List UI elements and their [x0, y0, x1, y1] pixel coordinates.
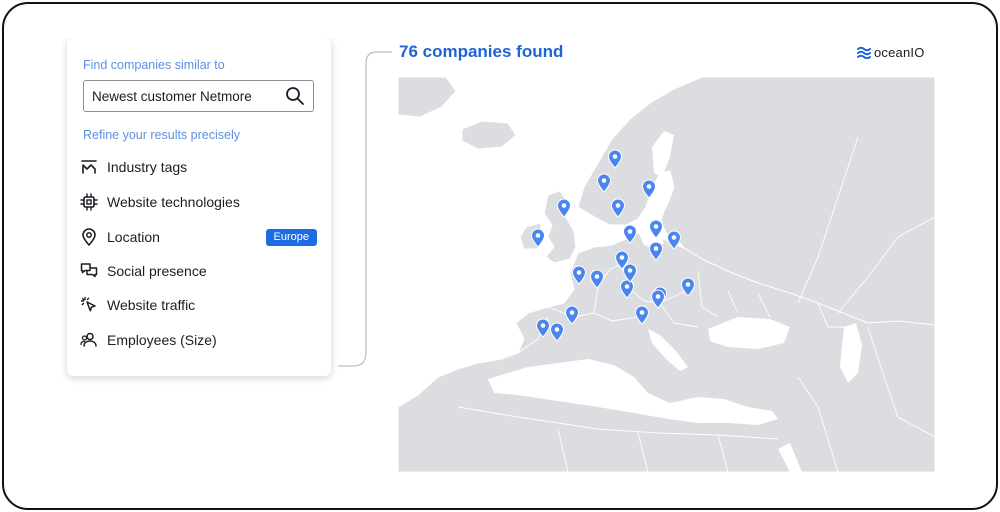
filter-label: Social presence	[107, 263, 207, 279]
filter-employees-size[interactable]: Employees (Size)	[79, 327, 319, 353]
industry-tags-icon	[81, 160, 97, 174]
ocean-io-logo: oceanIO	[857, 45, 925, 60]
refine-results-label: Refine your results precisely	[83, 128, 241, 142]
filter-label: Website traffic	[107, 297, 196, 313]
filter-label: Employees (Size)	[107, 332, 217, 348]
company-search-input[interactable]	[92, 88, 285, 104]
cursor-click-icon	[80, 296, 96, 312]
location-badge[interactable]: Europe	[265, 229, 317, 246]
chip-icon	[80, 193, 98, 211]
location-pin-icon	[82, 228, 96, 246]
map-canvas	[398, 77, 935, 472]
filter-label: Location	[107, 229, 160, 245]
wave-logo-icon	[857, 46, 871, 59]
chat-bubbles-icon	[80, 263, 98, 278]
filter-label: Industry tags	[107, 159, 188, 175]
filter-industry-tags[interactable]: Industry tags	[79, 154, 319, 180]
filter-website-traffic[interactable]: Website traffic	[79, 292, 319, 318]
find-similar-label: Find companies similar to	[83, 58, 225, 72]
users-icon	[80, 332, 97, 347]
connector-bracket	[338, 51, 392, 367]
filter-website-technologies[interactable]: Website technologies	[79, 189, 319, 215]
company-search-box[interactable]	[83, 80, 314, 112]
search-icon[interactable]	[285, 86, 305, 106]
filter-panel: Find companies similar to Refine your re…	[67, 38, 331, 376]
logo-text: oceanIO	[874, 45, 925, 60]
results-count-title: 76 companies found	[399, 42, 564, 61]
europe-map[interactable]	[398, 77, 935, 472]
filter-social-presence[interactable]: Social presence	[79, 258, 319, 284]
filter-location[interactable]: Location Europe	[79, 224, 319, 250]
filter-label: Website technologies	[107, 194, 240, 210]
